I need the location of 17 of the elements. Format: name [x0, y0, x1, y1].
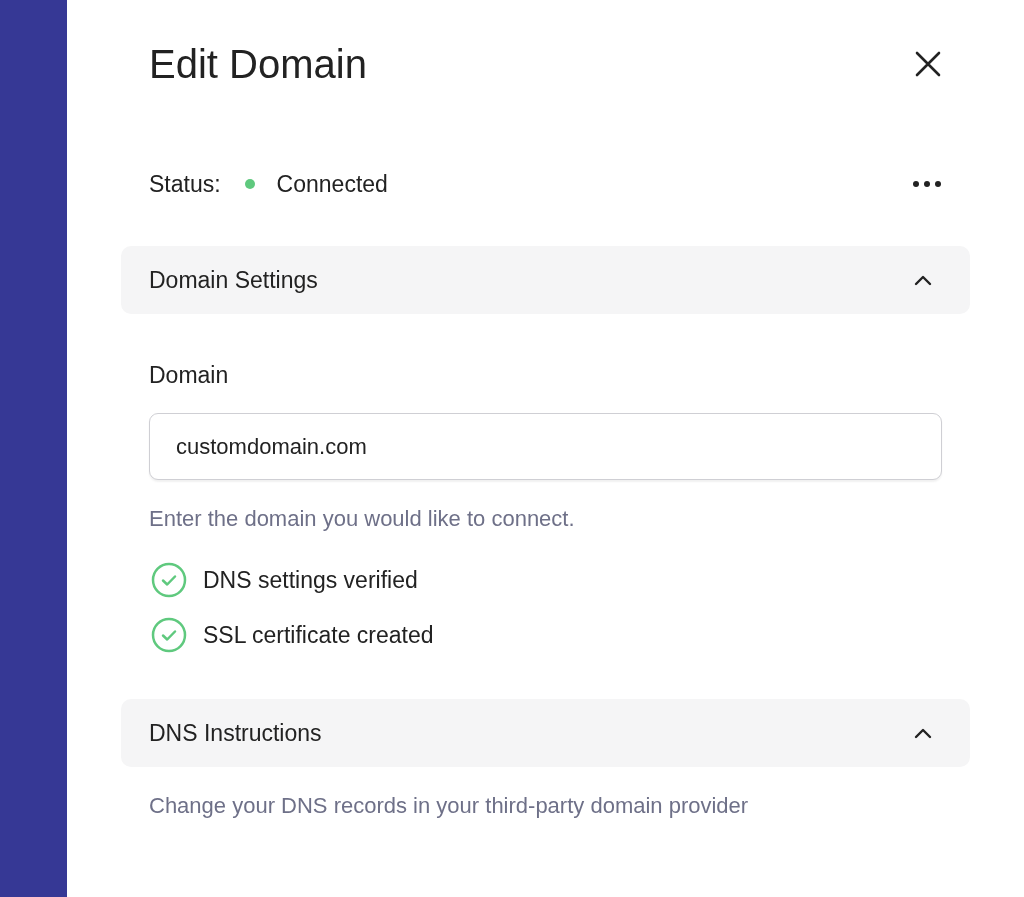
domain-input[interactable]: customdomain.com	[149, 413, 942, 480]
check-label: SSL certificate created	[203, 621, 434, 649]
chevron-up-icon	[914, 274, 932, 286]
status-label: Status:	[149, 170, 221, 198]
more-icon	[912, 180, 942, 188]
section-header[interactable]: Domain Settings	[121, 246, 970, 314]
help-text: Enter the domain you would like to connect.	[149, 506, 576, 532]
panel-title: Edit Domain	[149, 41, 367, 87]
status-value: Connected	[276, 170, 388, 198]
check-label: DNS settings verified	[203, 566, 418, 594]
close-button[interactable]	[914, 50, 942, 78]
field-label: Domain	[149, 362, 230, 389]
chevron-up-icon	[914, 727, 932, 739]
close-icon	[914, 50, 942, 78]
section-header[interactable]: DNS Instructions	[121, 699, 970, 767]
instructions-text: Change your DNS records in your third-party domain provider	[149, 793, 750, 819]
more-button[interactable]	[912, 180, 942, 188]
